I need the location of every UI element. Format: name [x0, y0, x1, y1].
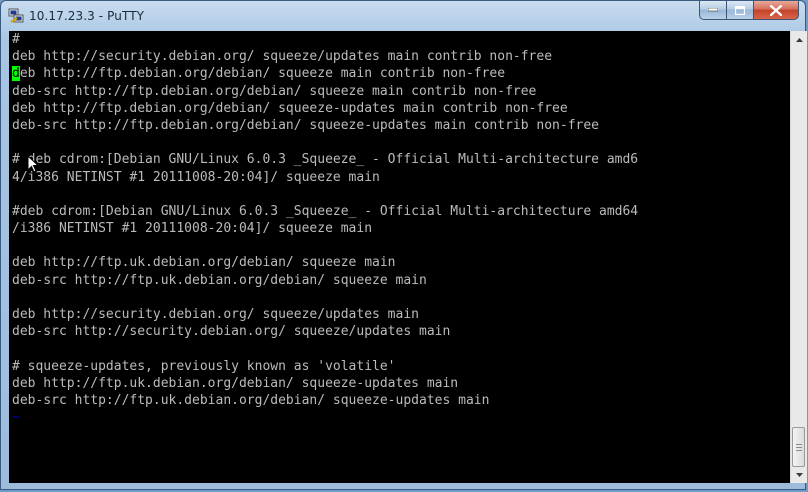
- scroll-up-button[interactable]: [791, 31, 807, 48]
- terminal-line: deb-src http://security.debian.org/ sque…: [12, 324, 451, 340]
- putty-window: 10.17.23.3 - PuTTY # deb http://security…: [0, 0, 807, 490]
- terminal-line: #deb cdrom:[Debian GNU/Linux 6.0.3 _Sque…: [12, 203, 639, 219]
- terminal-line-cursor: deb http://ftp.debian.org/debian/ squeez…: [9, 65, 790, 82]
- terminal-line: deb http://ftp.uk.debian.org/debian/ squ…: [12, 375, 459, 391]
- scrollbar-thumb[interactable]: [792, 427, 805, 467]
- text-cursor: d: [12, 66, 20, 82]
- terminal-line: #: [12, 32, 20, 47]
- terminal-line: deb http://security.debian.org/ squeeze/…: [12, 49, 553, 65]
- terminal-line: 4/i386 NETINST #1 20111008-20:04]/ squee…: [12, 169, 380, 185]
- vertical-scrollbar[interactable]: [790, 31, 807, 483]
- scroll-down-button[interactable]: [791, 466, 807, 483]
- terminal-line: /i386 NETINST #1 20111008-20:04]/ squeez…: [12, 221, 373, 237]
- terminal-line: deb http://security.debian.org/ squeeze/…: [12, 307, 419, 322]
- thumb-grip-line: [796, 450, 802, 451]
- terminal-line: deb http://ftp.uk.debian.org/debian/ squ…: [12, 255, 396, 271]
- arrow-up-icon: [795, 37, 803, 42]
- title-bar[interactable]: 10.17.23.3 - PuTTY: [1, 1, 805, 31]
- maximize-button[interactable]: [727, 1, 754, 20]
- terminal-line: deb-src http://ftp.uk.debian.org/debian/…: [12, 392, 490, 408]
- terminal-line-text: eb http://ftp.debian.org/debian/ squeeze…: [19, 66, 506, 82]
- terminal-screen[interactable]: # deb http://security.debian.org/ squeez…: [9, 31, 790, 483]
- close-icon: [770, 4, 782, 16]
- window-controls: [699, 1, 799, 21]
- terminal-line: deb-src http://ftp.uk.debian.org/debian/…: [12, 272, 427, 288]
- putty-icon[interactable]: [8, 8, 24, 24]
- maximize-icon: [735, 5, 745, 15]
- terminal-line: deb http://ftp.debian.org/debian/ squeez…: [12, 100, 568, 116]
- close-button[interactable]: [754, 1, 799, 20]
- terminal-line: # squeeze-updates, previously known as '…: [12, 358, 396, 374]
- terminal-line: # deb cdrom:[Debian GNU/Linux 6.0.3 _Squ…: [12, 152, 639, 168]
- minimize-icon: [708, 8, 718, 12]
- thumb-grip-line: [796, 447, 802, 448]
- thumb-grip-line: [796, 444, 802, 445]
- terminal-line: deb-src http://ftp.debian.org/debian/ sq…: [12, 83, 537, 99]
- minimize-button[interactable]: [699, 1, 727, 20]
- arrow-down-icon: [795, 472, 803, 477]
- mouse-pointer-icon: [27, 155, 39, 173]
- vim-empty-line-tilde: ~: [12, 410, 20, 426]
- window-title: 10.17.23.3 - PuTTY: [29, 9, 145, 23]
- terminal-line: deb-src http://ftp.debian.org/debian/ sq…: [12, 117, 599, 133]
